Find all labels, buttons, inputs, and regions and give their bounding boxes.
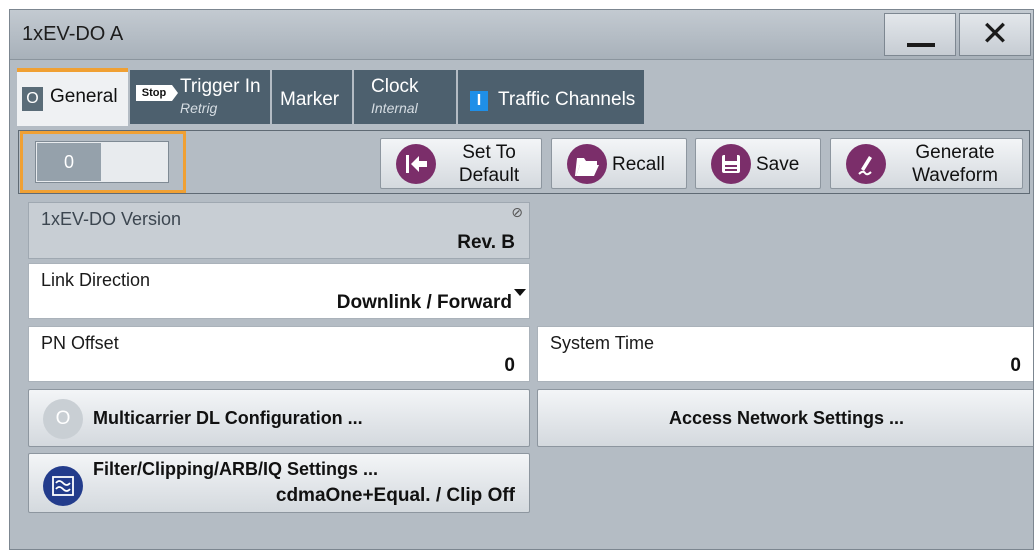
close-icon: ✕	[980, 15, 1010, 53]
link-direction-value: Downlink / Forward	[336, 292, 512, 313]
tab-label: Clock	[371, 76, 419, 97]
multicarrier-label: Multicarrier DL Configuration ...	[93, 408, 363, 428]
tab-bar: O General Stop Trigger In Retrig Marker …	[10, 62, 1033, 126]
generate-waveform-button[interactable]: Generate Waveform	[830, 138, 1023, 189]
filter-label: Filter/Clipping/ARB/IQ Settings ...	[93, 459, 379, 479]
system-time-label: System Time	[550, 333, 655, 353]
window: 1xEV-DO A ✕ O General Stop Trigger In Re…	[9, 9, 1034, 550]
generate-waveform-icon	[846, 144, 886, 184]
read-only-icon: ⊘	[511, 204, 523, 220]
tab-sublabel: Internal	[371, 100, 418, 116]
state-off-icon: O	[43, 399, 83, 439]
version-field: 1xEV-DO Version ⊘ Rev. B	[28, 202, 530, 259]
save-label: Save	[756, 154, 800, 175]
toggle-knob: 0	[37, 143, 101, 181]
system-time-value: 0	[1010, 355, 1021, 376]
folder-open-icon	[567, 144, 607, 184]
pn-offset-input[interactable]: PN Offset 0	[28, 326, 530, 382]
general-panel: 0 Set To Default Recall Save Generate Wa…	[18, 126, 1033, 549]
stop-badge: Stop	[136, 85, 178, 101]
tab-sublabel: Retrig	[180, 100, 218, 116]
tab-trigger-in[interactable]: Stop Trigger In Retrig	[130, 70, 270, 124]
recall-label: Recall	[612, 154, 665, 175]
generate-waveform-label-2: Waveform	[912, 165, 998, 186]
tab-marker[interactable]: Marker	[272, 70, 352, 124]
title-bar: 1xEV-DO A ✕	[10, 10, 1033, 60]
close-button[interactable]: ✕	[959, 13, 1031, 56]
pn-offset-value: 0	[504, 355, 515, 376]
tab-label: Marker	[280, 89, 340, 110]
tab-label: Trigger In	[180, 76, 261, 97]
set-to-default-label-1: Set To	[462, 142, 516, 163]
system-time-input[interactable]: System Time 0	[537, 326, 1033, 382]
generate-waveform-label-1: Generate	[915, 142, 995, 163]
tab-label: General	[50, 86, 118, 107]
version-value: Rev. B	[457, 232, 515, 253]
state-toggle[interactable]: 0	[35, 141, 169, 183]
version-label: 1xEV-DO Version	[41, 209, 182, 229]
set-to-default-label-2: Default	[458, 165, 520, 186]
window-title: 1xEV-DO A	[22, 23, 124, 45]
link-direction-label: Link Direction	[41, 270, 151, 290]
tab-clock[interactable]: Clock Internal	[354, 70, 456, 124]
filter-value: cdmaOne+Equal. / Clip Off	[275, 485, 515, 506]
minimize-button[interactable]	[884, 13, 956, 56]
recall-button[interactable]: Recall	[551, 138, 687, 189]
tab-label: Traffic Channels	[498, 89, 636, 110]
state-on-icon: I	[470, 91, 488, 111]
tab-traffic-channels[interactable]: I Traffic Channels	[458, 70, 644, 124]
set-default-icon	[396, 144, 436, 184]
state-indicator: O	[22, 87, 43, 111]
multicarrier-dl-configuration-button[interactable]: O Multicarrier DL Configuration ...	[28, 389, 530, 447]
set-to-default-button[interactable]: Set To Default	[380, 138, 542, 189]
toolbar: 0 Set To Default Recall Save Generate Wa…	[18, 130, 1030, 194]
state-toggle-focus: 0	[20, 131, 186, 193]
pn-offset-label: PN Offset	[41, 333, 119, 353]
dropdown-arrow-icon	[514, 289, 526, 296]
access-network-settings-button[interactable]: Access Network Settings ...	[537, 389, 1033, 447]
filter-clipping-settings-button[interactable]: Filter/Clipping/ARB/IQ Settings ... cdma…	[28, 453, 530, 513]
save-button[interactable]: Save	[695, 138, 821, 189]
save-disk-icon	[711, 144, 751, 184]
access-network-label: Access Network Settings ...	[668, 408, 905, 428]
minimize-icon	[907, 43, 935, 47]
tab-general[interactable]: O General	[17, 68, 128, 126]
filter-icon	[43, 466, 83, 506]
link-direction-select[interactable]: Link Direction Downlink / Forward	[28, 263, 530, 319]
